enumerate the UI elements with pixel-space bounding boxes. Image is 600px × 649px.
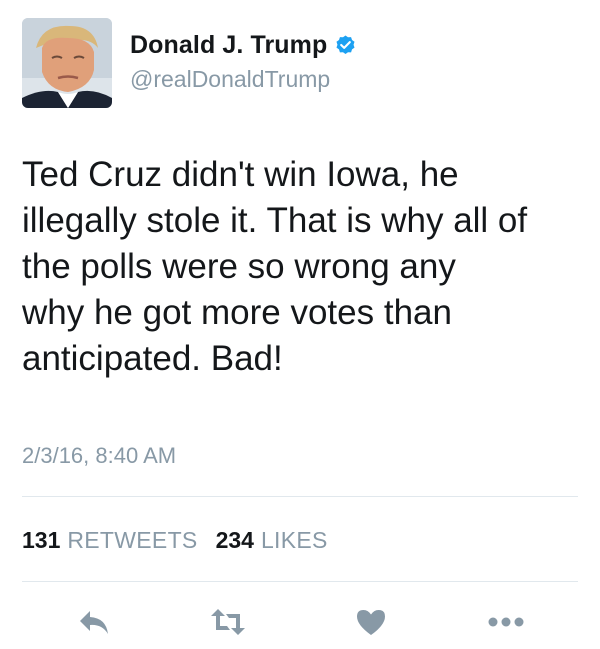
like-button[interactable] [351,606,391,638]
verified-badge-icon [334,34,357,57]
divider [22,581,578,582]
likes-label: LIKES [260,527,328,553]
more-icon [488,617,524,627]
display-name[interactable]: Donald J. Trump [130,31,327,60]
heart-icon [357,610,385,635]
retweets-stat[interactable]: 131 RETWEETS [22,527,198,554]
more-button[interactable] [486,606,526,638]
likes-stat[interactable]: 234 LIKES [216,527,328,554]
reply-icon [80,611,108,634]
retweets-count: 131 [22,527,61,553]
retweet-button[interactable] [208,606,248,638]
reply-button[interactable] [74,606,114,638]
author-block: Donald J. Trump @realDonaldTrump [130,30,357,93]
handle[interactable]: @realDonaldTrump [130,66,357,93]
name-row: Donald J. Trump [130,30,357,60]
tweet-stats: 131 RETWEETS 234 LIKES [22,527,328,554]
retweets-label: RETWEETS [67,527,198,553]
avatar-image [22,18,112,108]
likes-count: 234 [215,527,254,553]
avatar[interactable] [22,18,112,108]
tweet-card: Donald J. Trump @realDonaldTrump Ted Cru… [0,0,600,649]
timestamp[interactable]: 2/3/16, 8:40 AM [22,443,176,469]
tweet-text: Ted Cruz didn't win Iowa, he illegally s… [22,155,528,378]
divider [22,496,578,497]
retweet-icon [211,609,245,635]
